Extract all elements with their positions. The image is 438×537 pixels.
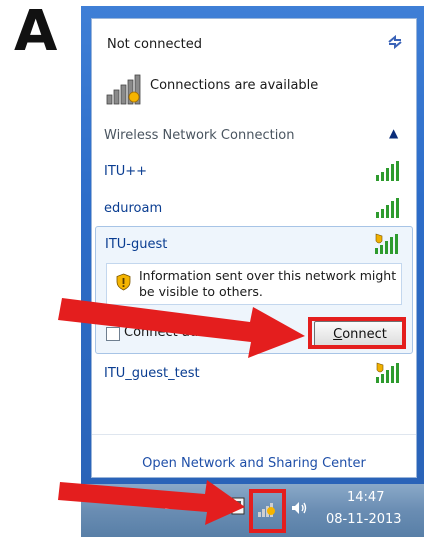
flag-icon[interactable] <box>229 496 247 516</box>
clock-time[interactable]: 14:47 <box>347 490 384 505</box>
signal-icon <box>375 233 398 254</box>
network-name: ITU-guest <box>105 237 168 252</box>
connect-automatically-checkbox[interactable] <box>106 327 120 341</box>
connect-automatically-label[interactable]: Connect automa <box>124 325 232 340</box>
refresh-icon[interactable] <box>386 33 404 51</box>
signal-icon <box>376 161 399 181</box>
connect-highlight-box <box>308 317 406 349</box>
shield-warning-icon <box>116 273 131 291</box>
connections-available: Connections are available <box>150 78 319 93</box>
language-indicator[interactable]: DA <box>164 498 183 513</box>
volume-icon[interactable] <box>289 498 309 518</box>
network-item[interactable]: ITU_guest_test <box>104 366 200 381</box>
collapse-chevron-icon[interactable]: ▲ <box>389 126 398 140</box>
connection-status: Not connected <box>107 37 202 52</box>
open-network-center-link[interactable]: Open Network and Sharing Center <box>92 456 416 471</box>
network-item[interactable]: ITU++ <box>104 164 147 179</box>
signal-icon <box>376 362 399 383</box>
warning-text: Information sent over this network might… <box>139 268 397 299</box>
footer-divider <box>92 434 416 435</box>
security-warning: Information sent over this network might… <box>106 263 402 305</box>
panel-label: A <box>14 0 58 64</box>
section-title: Wireless Network Connection <box>104 128 295 143</box>
tray-highlight-box <box>249 489 286 533</box>
clock-date[interactable]: 08-11-2013 <box>326 512 402 527</box>
network-popup: Not connected Connections are available … <box>91 18 417 478</box>
signal-icon <box>376 198 399 218</box>
network-status-icon <box>106 74 141 105</box>
network-item[interactable]: eduroam <box>104 201 162 216</box>
